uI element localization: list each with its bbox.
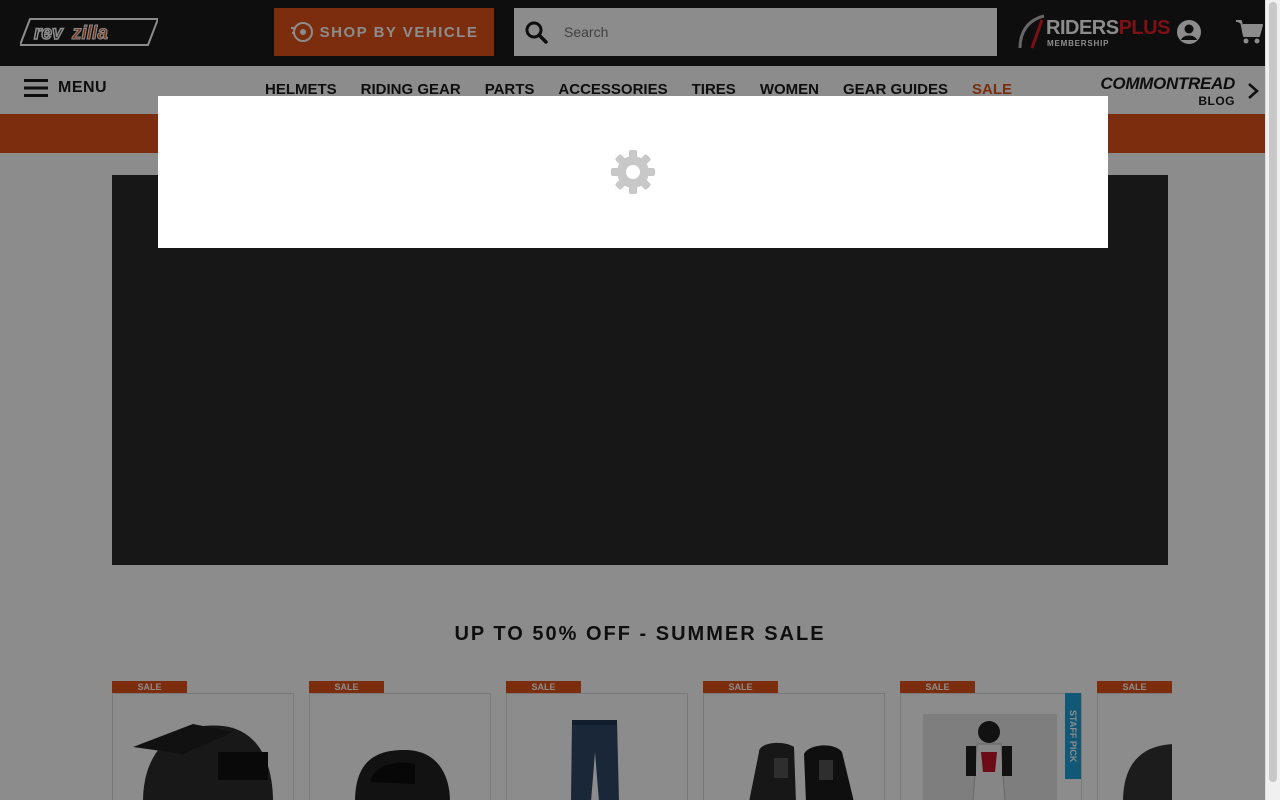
- page-scrollbar[interactable]: [1265, 0, 1280, 800]
- scrollbar-thumb[interactable]: [1269, 2, 1277, 782]
- gear-icon: [611, 150, 655, 194]
- loading-modal: [158, 96, 1108, 248]
